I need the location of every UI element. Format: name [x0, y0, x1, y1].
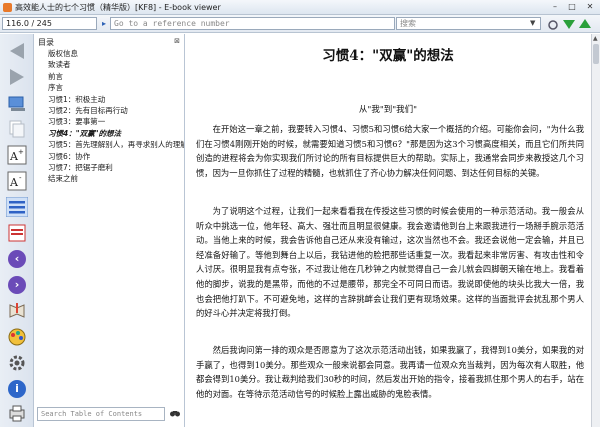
- toc-search-icon[interactable]: [168, 408, 182, 420]
- toc-item-selected[interactable]: 习惯4："双赢"的想法: [38, 128, 184, 139]
- paragraph: 在开始这一章之前，我要转入习惯4、习惯5和习惯6给大家一个概括的介绍。可能你会问…: [196, 124, 585, 178]
- theme-palette-icon[interactable]: [5, 326, 29, 348]
- toc-item[interactable]: 致读者: [38, 59, 184, 70]
- table-of-contents-panel: 目录 ⊠ 版权信息 致读者 前言 序言 习惯1：积极主动 习惯2：先有目标再行动…: [35, 34, 185, 427]
- svg-text:A: A: [9, 176, 19, 189]
- back-icon[interactable]: [5, 40, 29, 62]
- print-icon[interactable]: [5, 402, 29, 424]
- forward-icon[interactable]: [5, 66, 29, 88]
- toc-search-input[interactable]: Search Table of Contents: [37, 407, 165, 421]
- reference-mode-icon[interactable]: [5, 222, 29, 244]
- bookmark-icon[interactable]: [5, 300, 29, 322]
- scrollbar-thumb[interactable]: [593, 44, 599, 64]
- font-size-smaller-icon[interactable]: A-: [5, 170, 29, 192]
- toc-list: 版权信息 致读者 前言 序言 习惯1：积极主动 习惯2：先有目标再行动 习惯3：…: [38, 48, 184, 185]
- toc-item[interactable]: 习惯2：先有目标再行动: [38, 105, 184, 116]
- toolbar: 116.0 / 245 ▸ Go to a reference number 搜…: [0, 15, 600, 33]
- toc-close-icon[interactable]: ⊠: [174, 37, 180, 45]
- toc-item[interactable]: 前言: [38, 71, 184, 82]
- toc-item[interactable]: 习惯7：把锯子磨利: [38, 162, 184, 173]
- paragraph: 为了说明这个过程，让我们一起来看看我在传授这些习惯的时候会使用的一种示范活动。我…: [196, 206, 584, 319]
- search-settings-icon[interactable]: [546, 17, 560, 31]
- action-sidebar: A + A- ‹ › i: [0, 34, 34, 427]
- vertical-scrollbar[interactable]: ▲: [591, 34, 600, 427]
- paragraph: 然后我询问第一排的观众是否愿意为了这次示范活动出钱，如果我赢了，我得到10美分，…: [196, 345, 584, 399]
- copy-icon[interactable]: [5, 118, 29, 140]
- font-size-larger-icon[interactable]: A +: [5, 144, 29, 166]
- maximize-button[interactable]: □: [564, 2, 580, 13]
- toc-heading: 目录: [38, 38, 54, 47]
- previous-page-icon[interactable]: ‹: [5, 248, 29, 270]
- toc-item[interactable]: 习惯1：积极主动: [38, 94, 184, 105]
- toc-item[interactable]: 习惯5：首先理解别人，再寻求别人的理解: [38, 139, 184, 150]
- page-number-input[interactable]: 116.0 / 245: [2, 17, 97, 30]
- metadata-info-icon[interactable]: i: [5, 378, 29, 400]
- section-title: 从"我"到"我们": [358, 105, 418, 115]
- go-to-reference-icon[interactable]: ▸: [99, 18, 109, 29]
- app-icon: [3, 3, 12, 12]
- chevron-down-icon[interactable]: ▼: [530, 19, 535, 27]
- scroll-up-icon[interactable]: ▲: [593, 35, 598, 42]
- chapter-title: 习惯4："双赢"的想法: [322, 48, 454, 64]
- svg-text:+: +: [18, 148, 24, 156]
- next-page-icon[interactable]: ›: [5, 274, 29, 296]
- minimize-button[interactable]: –: [547, 2, 563, 13]
- toc-item[interactable]: 习惯3：要事第一: [38, 116, 184, 127]
- open-ebook-icon[interactable]: [5, 92, 29, 114]
- reference-number-input[interactable]: Go to a reference number: [110, 17, 395, 30]
- window-title: 高效能人士的七个习惯（精华版）[KF8] - E-book viewer: [15, 3, 221, 12]
- toc-item[interactable]: 结束之前: [38, 173, 184, 184]
- search-input[interactable]: 搜索: [396, 17, 541, 30]
- preferences-gear-icon[interactable]: [5, 352, 29, 374]
- close-button[interactable]: ✕: [582, 2, 598, 13]
- find-next-icon[interactable]: [562, 17, 576, 31]
- table-of-contents-icon[interactable]: [5, 196, 29, 218]
- book-content: 习惯4："双赢"的想法 从"我"到"我们" 在开始这一章之前，我要转入习惯4、习…: [186, 34, 590, 427]
- find-previous-icon[interactable]: [578, 17, 592, 31]
- toc-item[interactable]: 习惯6：协作: [38, 151, 184, 162]
- title-bar: 高效能人士的七个习惯（精华版）[KF8] - E-book viewer – □…: [0, 0, 600, 15]
- toc-item[interactable]: 序言: [38, 82, 184, 93]
- toc-item[interactable]: 版权信息: [38, 48, 184, 59]
